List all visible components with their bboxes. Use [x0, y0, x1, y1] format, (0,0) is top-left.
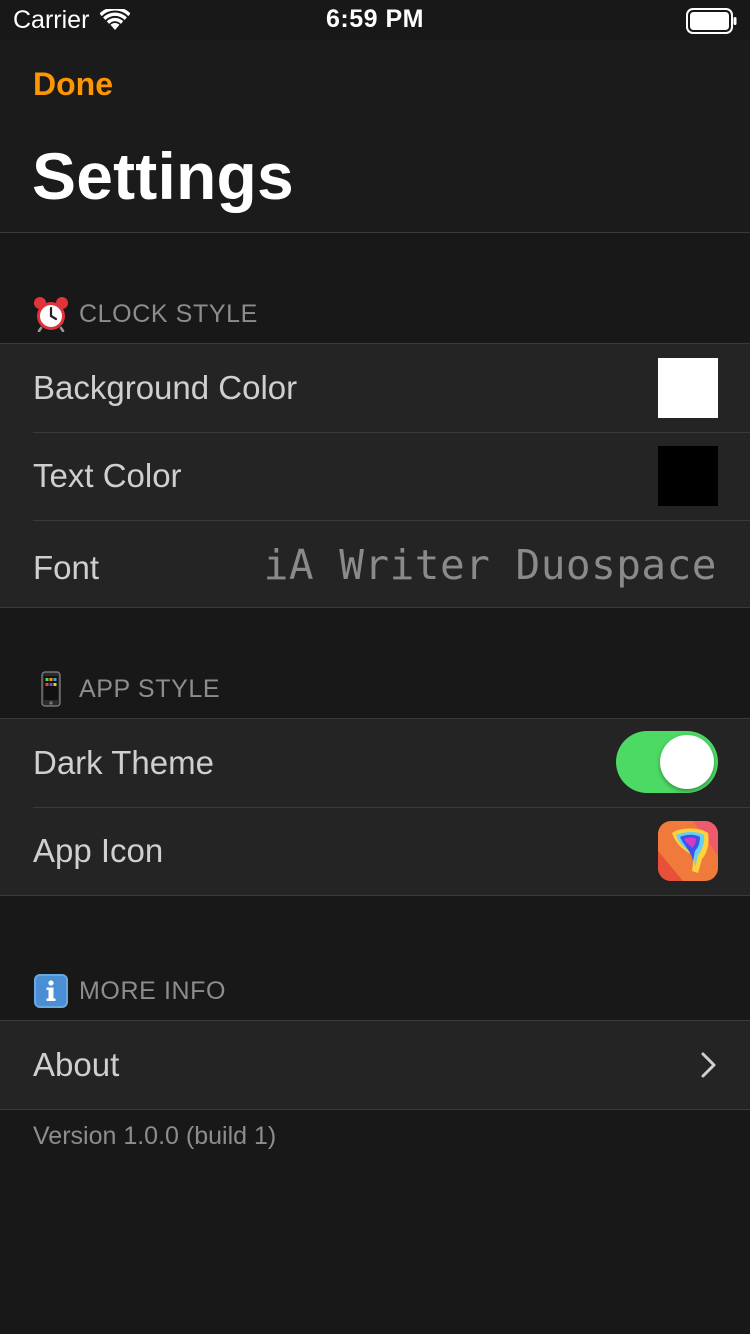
- alarm-clock-icon: [34, 297, 68, 332]
- row-dark-theme: Dark Theme: [0, 719, 750, 807]
- row-background-color[interactable]: Background Color: [0, 344, 750, 432]
- page-title: Settings: [32, 139, 294, 213]
- more-info-group: About: [0, 1020, 750, 1110]
- section-header-label: CLOCK STYLE: [79, 299, 258, 328]
- navigation-header: Done Settings: [0, 40, 750, 233]
- chevron-right-icon: [701, 1052, 716, 1078]
- section-header-clock-style: CLOCK STYLE: [33, 294, 258, 334]
- toggle-knob: [660, 735, 714, 789]
- app-style-group: Dark Theme App Icon: [0, 718, 750, 896]
- done-button[interactable]: Done: [33, 66, 113, 103]
- info-icon: [34, 974, 68, 1008]
- font-value: iA Writer Duospace: [263, 541, 717, 589]
- dark-theme-toggle[interactable]: [616, 731, 718, 793]
- section-header-label: MORE INFO: [79, 976, 227, 1005]
- section-header-label: APP STYLE: [79, 674, 221, 703]
- clock-style-group: Background Color Text Color Font iA Writ…: [0, 343, 750, 608]
- text-color-swatch[interactable]: [658, 446, 718, 506]
- app-icon-preview[interactable]: [658, 821, 718, 881]
- row-app-icon[interactable]: App Icon: [0, 807, 750, 895]
- status-bar: Carrier 6:59 PM: [0, 0, 750, 40]
- row-about[interactable]: About: [0, 1021, 750, 1109]
- version-text: Version 1.0.0 (build 1): [33, 1122, 277, 1150]
- row-label: Font: [33, 548, 100, 586]
- mobile-phone-icon: [41, 671, 61, 707]
- row-font[interactable]: Font iA Writer Duospace: [0, 520, 750, 607]
- row-label: Dark Theme: [33, 744, 214, 781]
- row-label: App Icon: [33, 832, 164, 869]
- section-header-more-info: MORE INFO: [33, 971, 226, 1011]
- row-label: Background Color: [33, 369, 298, 406]
- background-color-swatch[interactable]: [658, 358, 718, 418]
- section-header-app-style: APP STYLE: [33, 669, 220, 709]
- row-label: Text Color: [33, 457, 182, 494]
- row-label: About: [33, 1046, 120, 1083]
- row-text-color[interactable]: Text Color: [0, 432, 750, 520]
- status-time: 6:59 PM: [326, 5, 424, 33]
- battery-icon: [686, 8, 737, 34]
